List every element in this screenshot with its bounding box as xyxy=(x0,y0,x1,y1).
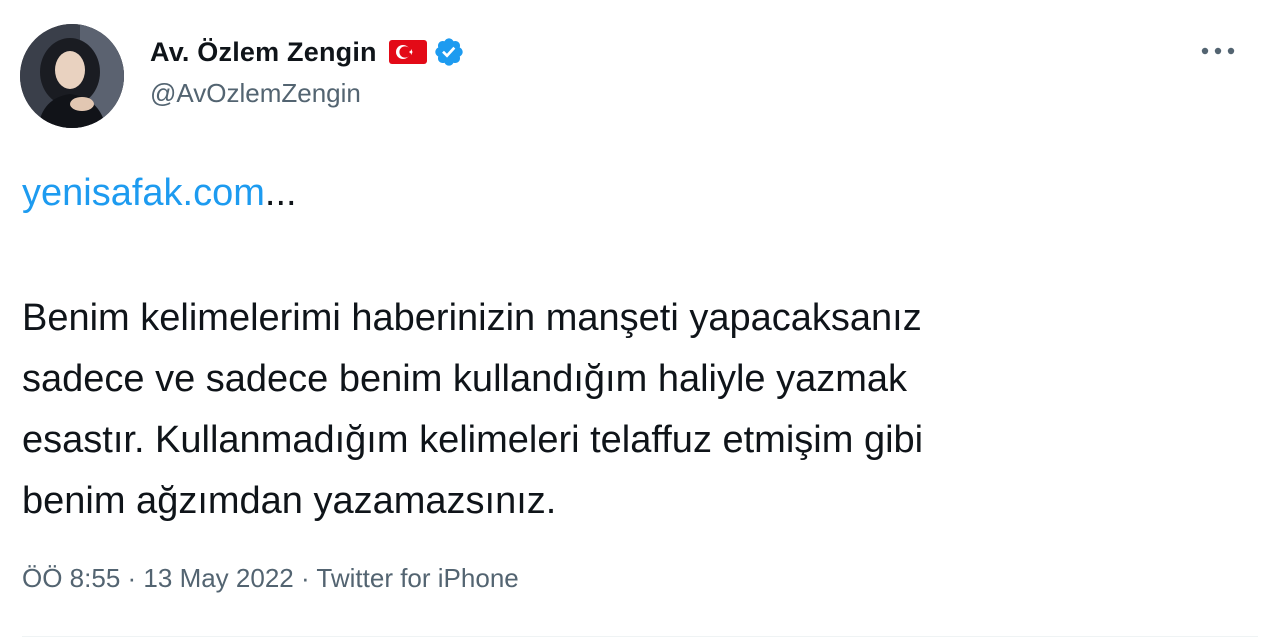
more-options-icon[interactable] xyxy=(1194,36,1242,66)
tweet-time[interactable]: ÖÖ 8:55 xyxy=(22,563,120,593)
divider xyxy=(22,636,1258,637)
tweet-text-line: Benim kelimelerimi haberinizin manşeti y… xyxy=(22,297,922,339)
author-handle[interactable]: @AvOzlemZengin xyxy=(150,78,361,109)
tweet-text: Benim kelimelerimi haberinizin manşeti y… xyxy=(22,288,1252,532)
verified-badge-icon xyxy=(433,36,465,68)
link-ellipsis: ... xyxy=(264,172,297,214)
tweet-date[interactable]: 13 May 2022 xyxy=(143,563,293,593)
tweet-link-line: yenisafak.com... xyxy=(22,172,297,215)
turkey-flag-icon xyxy=(388,40,427,64)
tweet-link[interactable]: yenisafak.com xyxy=(22,172,265,214)
author-name-row[interactable]: Av. Özlem Zengin xyxy=(150,32,465,72)
tweet-text-line: esastır. Kullanmadığım kelimeleri telaff… xyxy=(22,419,924,461)
tweet-text-line: sadece ve sadece benim kullandığım haliy… xyxy=(22,358,908,400)
meta-separator: · xyxy=(300,563,310,593)
tweet-source[interactable]: Twitter for iPhone xyxy=(316,563,518,593)
meta-separator: · xyxy=(127,563,137,593)
avatar-image xyxy=(20,24,124,128)
avatar[interactable] xyxy=(20,24,124,128)
tweet-text-line: benim ağzımdan yazamazsınız. xyxy=(22,480,557,522)
author-display-name[interactable]: Av. Özlem Zengin xyxy=(150,37,377,68)
tweet-card: Av. Özlem Zengin @AvOzlemZengin yenisafa… xyxy=(0,0,1280,644)
tweet-meta: ÖÖ 8:55 · 13 May 2022 · Twitter for iPho… xyxy=(22,563,519,594)
